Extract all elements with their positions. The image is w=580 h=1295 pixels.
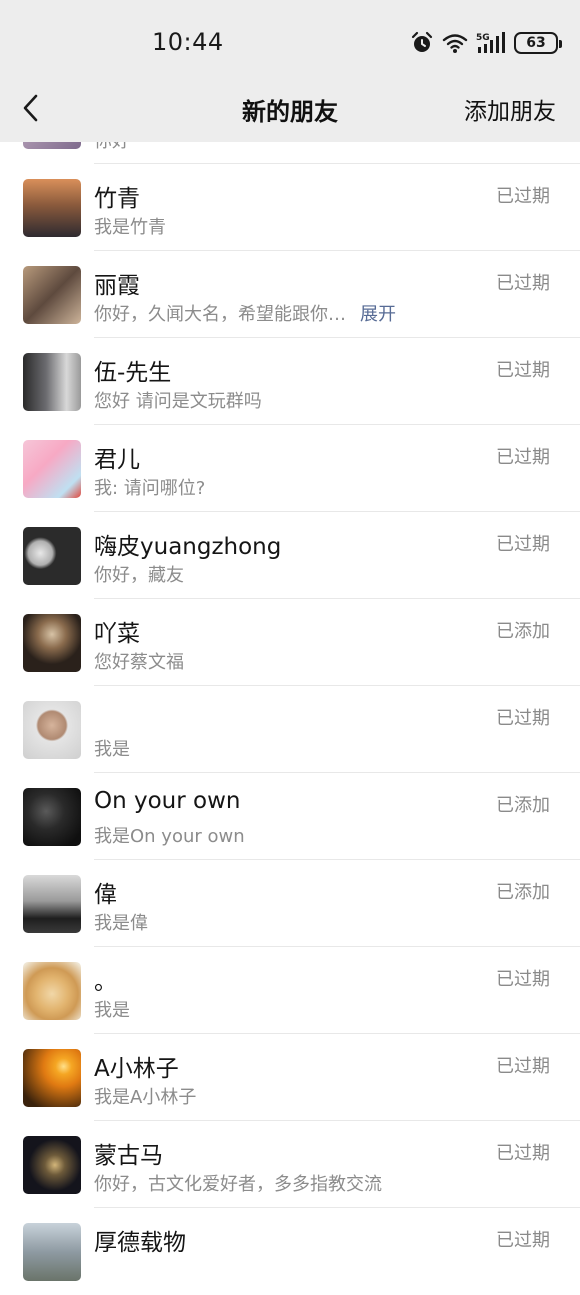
request-message: 你好，古文化爱好者，多多指教交流 — [94, 1174, 382, 1195]
contact-name: 。 — [94, 969, 117, 995]
alarm-icon — [411, 31, 433, 52]
request-status: 已添加 — [496, 621, 550, 642]
request-message-text: 你好，久闻大名，希望能跟你… — [94, 304, 346, 325]
request-message: 我是偉 — [94, 913, 148, 934]
list-item[interactable]: 嗨皮yuangzhong 你好，藏友 已过期 — [0, 512, 580, 599]
request-message: 你好，久闻大名，希望能跟你… 展开 — [94, 300, 396, 326]
contact-name: 君儿 — [94, 447, 140, 473]
contact-name: 丽霞 — [94, 273, 140, 299]
chevron-left-icon — [23, 94, 38, 122]
avatar — [23, 266, 81, 324]
back-button[interactable] — [14, 88, 46, 128]
expand-link[interactable]: 展开 — [360, 304, 396, 325]
request-message: 我: 请问哪位? — [94, 478, 206, 499]
avatar — [23, 527, 81, 585]
add-friend-button[interactable]: 添加朋友 — [464, 92, 556, 126]
list-item[interactable]: 我是 已过期 — [0, 686, 580, 773]
request-message: 你好，藏友 — [94, 565, 184, 586]
list-item[interactable]: 吖菜 您好蔡文福 已添加 — [0, 599, 580, 686]
contact-name: 蒙古马 — [94, 1143, 163, 1169]
battery-icon: 63 — [514, 32, 562, 54]
avatar — [23, 353, 81, 411]
request-status: 已添加 — [496, 882, 550, 903]
wifi-icon — [442, 34, 468, 53]
request-status: 已过期 — [496, 1230, 550, 1251]
request-status: 已过期 — [496, 360, 550, 381]
request-status: 已添加 — [496, 795, 550, 816]
status-time: 10:44 — [152, 28, 224, 56]
list-item[interactable]: 。 我是 已过期 — [0, 947, 580, 1034]
list-item[interactable]: 丽霞 你好，久闻大名，希望能跟你… 展开 已过期 — [0, 251, 580, 338]
signal-5g-icon: 5G — [476, 32, 505, 53]
contact-name: 伍-先生 — [94, 360, 172, 386]
list-item[interactable]: 君儿 我: 请问哪位? 已过期 — [0, 425, 580, 512]
contact-name: 嗨皮yuangzhong — [94, 534, 282, 560]
request-message: 您好 请问是文玩群吗 — [94, 391, 262, 412]
contact-name: 偉 — [94, 882, 117, 908]
contact-name: 竹青 — [94, 186, 140, 212]
avatar — [23, 962, 81, 1020]
svg-text:5G: 5G — [476, 33, 490, 43]
avatar — [23, 179, 81, 237]
list-item[interactable]: 竹青 我是竹青 已过期 — [0, 164, 580, 251]
request-message: 我是On your own — [94, 826, 245, 847]
request-message: 您好蔡文福 — [94, 652, 184, 673]
avatar — [23, 614, 81, 672]
avatar — [23, 701, 81, 759]
request-status: 已过期 — [496, 1056, 550, 1077]
battery-level: 63 — [526, 35, 546, 51]
list-item[interactable]: 偉 我是偉 已添加 — [0, 860, 580, 947]
request-message: 我是 — [94, 739, 130, 760]
list-item[interactable]: A小林子 我是A小林子 已过期 — [0, 1034, 580, 1121]
request-status: 已过期 — [496, 186, 550, 207]
status-icons: 5G 63 — [410, 30, 562, 56]
request-status: 已过期 — [496, 708, 550, 729]
request-status: 已过期 — [496, 534, 550, 555]
request-message: 我是竹青 — [94, 217, 166, 238]
request-status: 已过期 — [496, 447, 550, 468]
avatar — [23, 440, 81, 498]
request-status: 已过期 — [496, 969, 550, 990]
avatar — [23, 1136, 81, 1194]
request-status: 已过期 — [496, 273, 550, 294]
contact-name: 吖菜 — [94, 621, 140, 647]
top-bar: 10:44 5G 63 新的朋友 添加朋友 — [0, 0, 580, 142]
list-item[interactable]: 伍-先生 您好 请问是文玩群吗 已过期 — [0, 338, 580, 425]
list-item[interactable]: 厚德载物 已过期 — [0, 1208, 580, 1295]
list-item[interactable]: 蒙古马 你好，古文化爱好者，多多指教交流 已过期 — [0, 1121, 580, 1208]
avatar — [23, 1049, 81, 1107]
contact-name: 厚德载物 — [94, 1230, 186, 1256]
request-message: 我是 — [94, 1000, 130, 1021]
contact-name: A小林子 — [94, 1056, 179, 1082]
avatar — [23, 1223, 81, 1281]
contact-name: On your own — [94, 788, 241, 814]
request-status: 已过期 — [496, 1143, 550, 1164]
avatar — [23, 788, 81, 846]
avatar — [23, 875, 81, 933]
request-message: 我是A小林子 — [94, 1087, 197, 1108]
list-item[interactable]: On your own 我是On your own 已添加 — [0, 773, 580, 860]
